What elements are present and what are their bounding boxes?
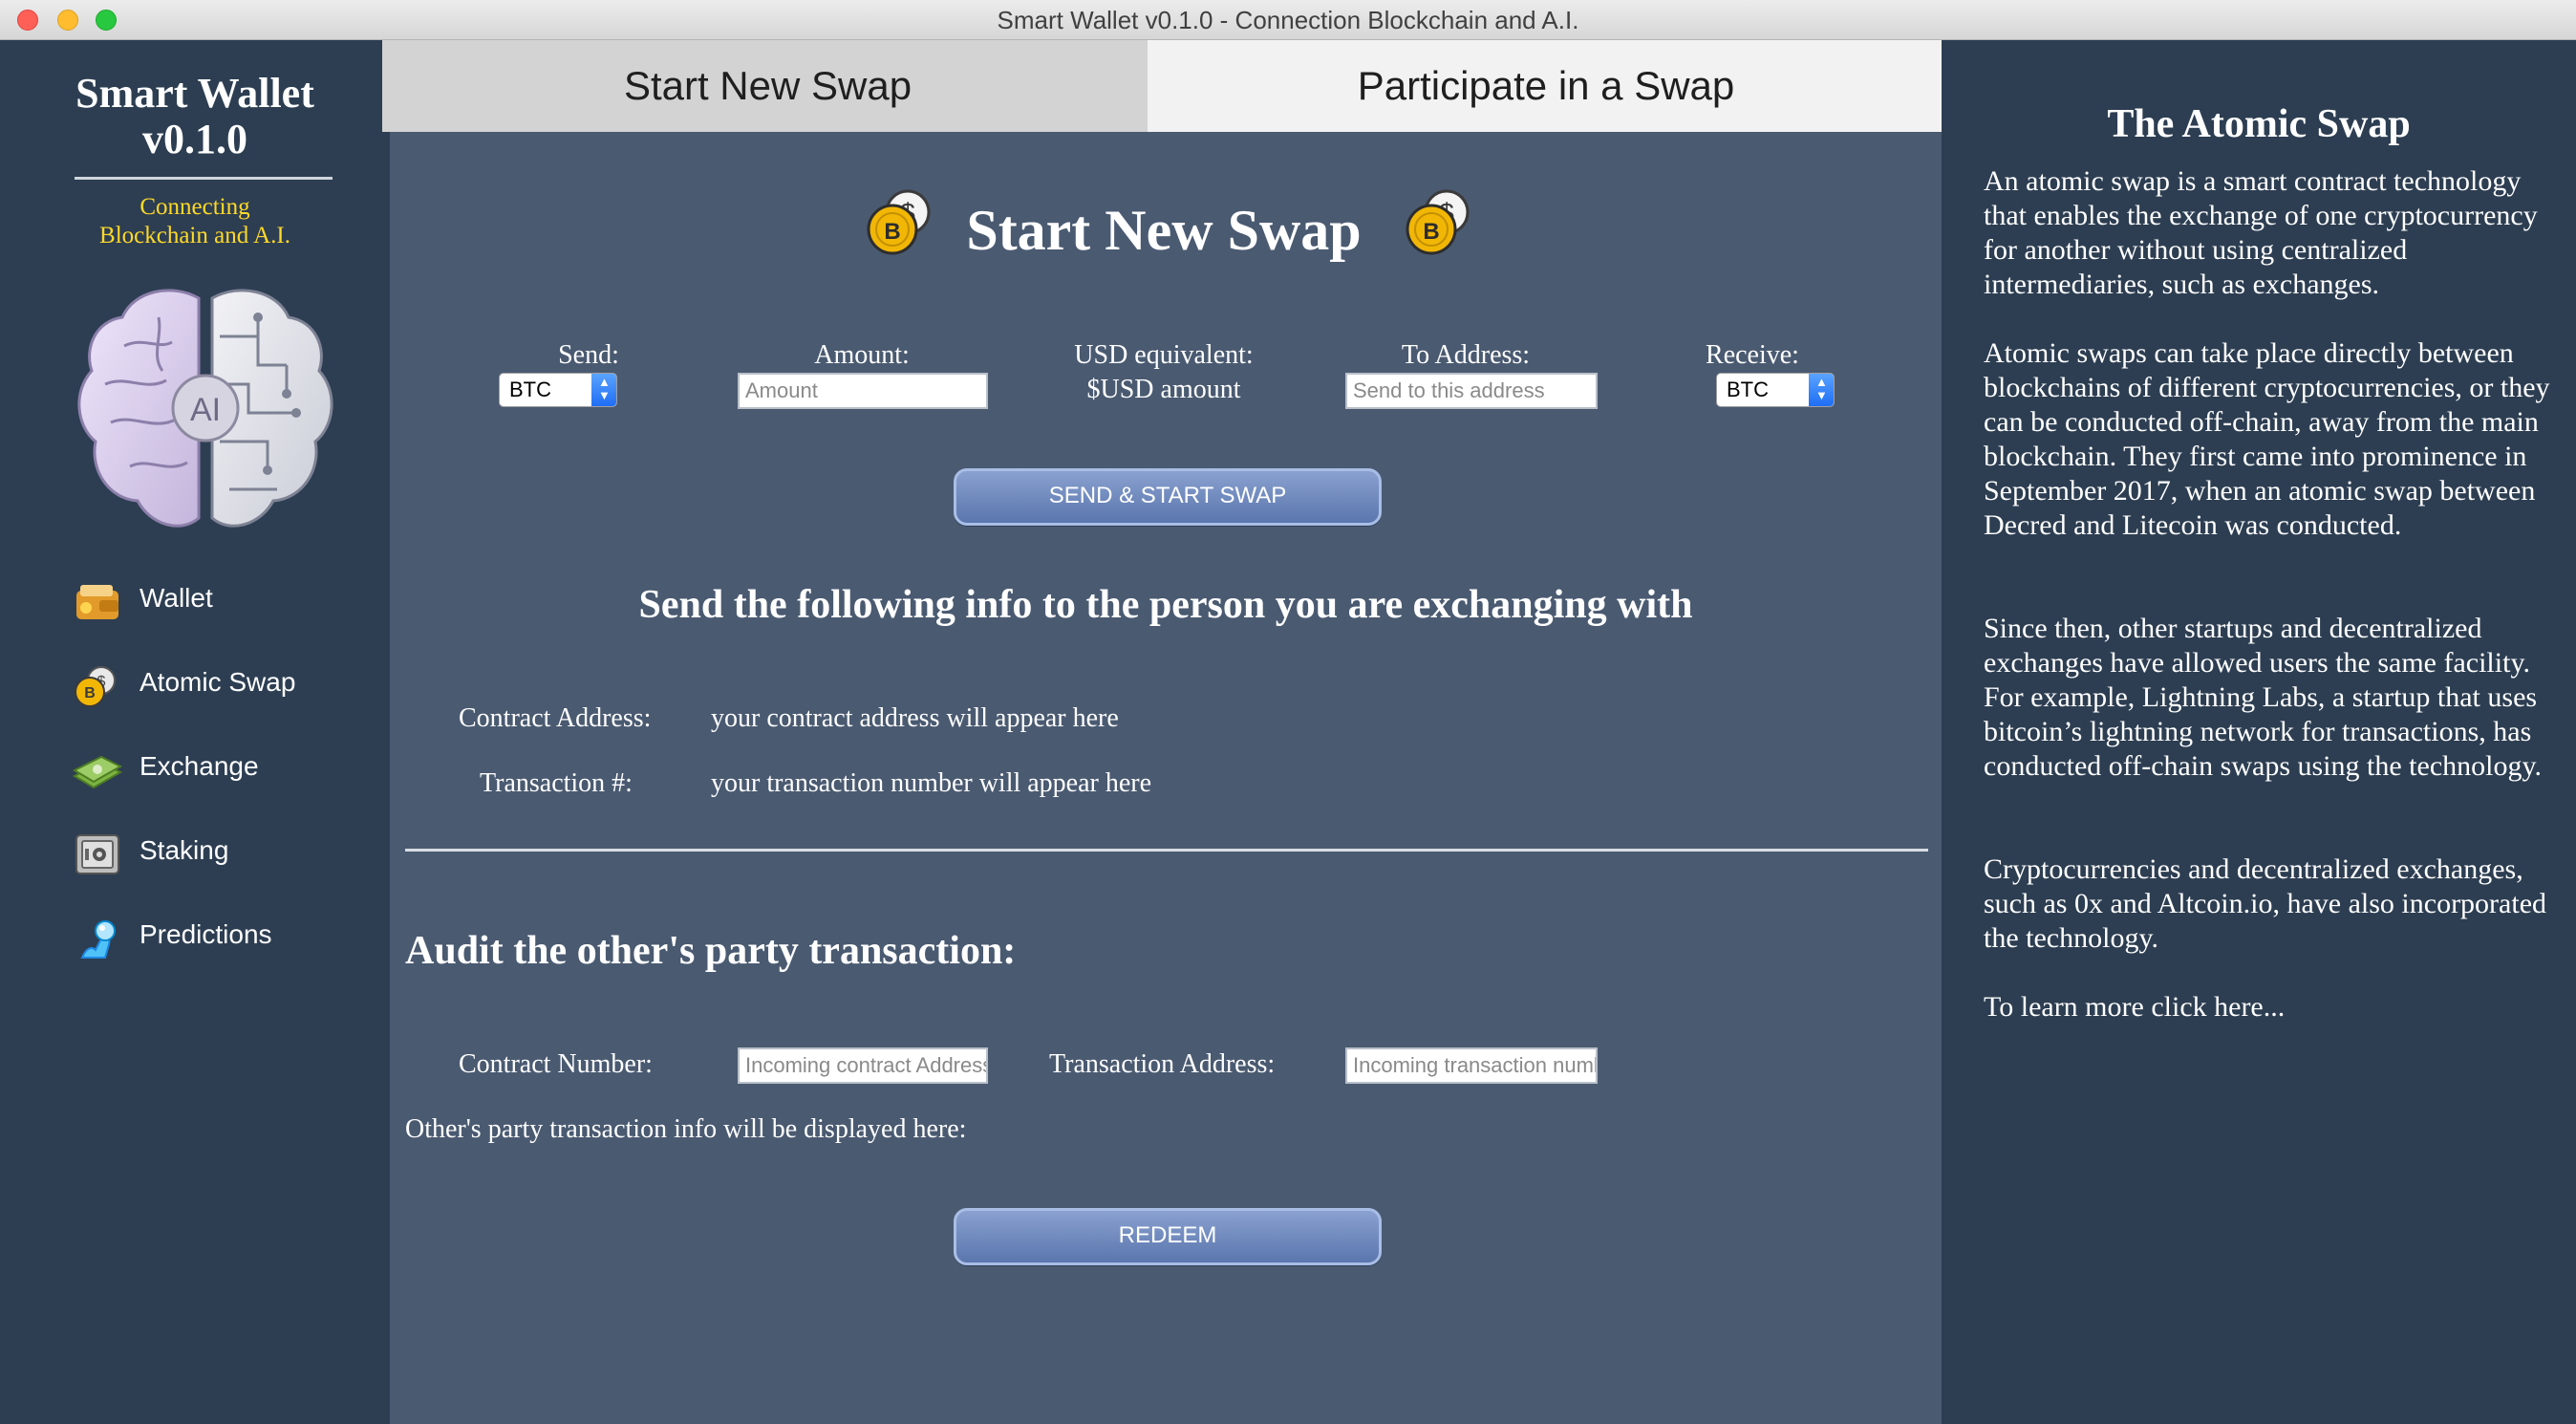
brand-tagline: Connecting Blockchain and A.I. [0, 193, 390, 250]
window-titlebar: Smart Wallet v0.1.0 - Connection Blockch… [0, 0, 2576, 40]
to-address-label: To Address: [1401, 340, 1531, 370]
brand-name: Smart Wallet [75, 70, 314, 117]
send-and-start-swap-button[interactable]: SEND & START SWAP [954, 468, 1382, 526]
tab-participate-in-a-swap[interactable]: Participate in a Swap [1148, 40, 1944, 132]
transaction-number-label: Transaction #: [480, 768, 633, 798]
safe-icon [75, 834, 119, 874]
receive-currency-value: BTC [1727, 378, 1769, 401]
learn-more-link[interactable]: To learn more click here... [1984, 990, 2568, 1025]
sidebar-item-label: Wallet [140, 583, 213, 613]
contract-number-input[interactable]: Incoming contract Address [738, 1047, 988, 1084]
select-stepper-icon: ▲ ▼ [591, 374, 616, 406]
info-paragraph: An atomic swap is a smart contract techn… [1984, 165, 2538, 300]
bitcoin-coins-icon: $ B [1406, 189, 1470, 255]
to-address-input[interactable]: Send to this address [1345, 373, 1598, 409]
wallet-icon [76, 585, 118, 619]
send-currency-value: BTC [509, 378, 551, 401]
sidebar-item-label: Predictions [140, 919, 272, 949]
sidebar-item-staking[interactable]: Staking [73, 824, 378, 885]
contract-address-label: Contract Address: [459, 703, 652, 733]
amount-label: Amount: [814, 340, 910, 370]
sidebar-item-atomic-swap[interactable]: $ B Atomic Swap [73, 656, 378, 717]
window-title: Smart Wallet v0.1.0 - Connection Blockch… [997, 6, 1579, 34]
select-stepper-icon: ▲ ▼ [1809, 374, 1834, 406]
tab-start-new-swap[interactable]: Start New Swap [382, 40, 1154, 132]
tagline-line-1: Connecting [140, 194, 250, 220]
svg-text:B: B [84, 685, 96, 701]
info-heading: Send the following info to the person yo… [638, 583, 1693, 627]
amount-input[interactable]: Amount [738, 373, 988, 409]
page-title: Start New Swap [966, 199, 1362, 262]
redeem-button[interactable]: REDEEM [954, 1208, 1382, 1265]
section-divider [405, 849, 1928, 852]
sidebar-item-exchange[interactable]: Exchange [73, 740, 378, 801]
transaction-address-label: Transaction Address: [1049, 1049, 1276, 1079]
transaction-number-value: your transaction number will appear here [711, 768, 1152, 798]
bitcoin-coins-icon: $ B [867, 189, 931, 255]
svg-text:AI: AI [190, 392, 221, 428]
receive-label: Receive: [1706, 340, 1799, 370]
info-paragraph: Cryptocurrencies and decentralized excha… [1984, 853, 2547, 954]
sidebar: Smart Wallet v0.1.0 Connecting Blockchai… [0, 40, 390, 1424]
money-stack-icon [73, 755, 122, 789]
sidebar-item-label: Atomic Swap [140, 667, 296, 697]
receive-currency-select[interactable]: BTC ▲ ▼ [1716, 373, 1835, 407]
contract-address-value: your contract address will appear here [711, 703, 1119, 733]
info-panel: The Atomic Swap An atomic swap is a smar… [1942, 40, 2576, 1424]
tagline-line-2: Blockchain and A.I. [99, 223, 290, 248]
tab-bar: Start New Swap Participate in a Swap [382, 40, 1953, 132]
svg-text:B: B [884, 219, 900, 245]
bitcoin-coins-icon: $ B [75, 666, 116, 707]
info-paragraph: Atomic swaps can take place directly bet… [1984, 337, 2550, 541]
audit-info-text: Other's party transaction info will be d… [405, 1114, 967, 1144]
usd-equivalent-value: $USD amount [1086, 375, 1241, 404]
sidebar-item-wallet[interactable]: Wallet [73, 572, 378, 633]
brand-title: Smart Wallet v0.1.0 [0, 71, 390, 162]
usd-equivalent-label: USD equivalent: [1074, 340, 1254, 370]
brand-version: v0.1.0 [142, 116, 247, 162]
ai-brain-logo: AI [77, 289, 333, 528]
swap-panel: Start New Swap Participate in a Swap $ B… [382, 40, 1944, 1424]
send-currency-select[interactable]: BTC ▲ ▼ [499, 373, 617, 407]
send-label: Send: [558, 340, 619, 370]
transaction-address-input[interactable]: Incoming transaction number [1345, 1047, 1598, 1084]
svg-text:B: B [1423, 219, 1439, 245]
info-paragraph: Since then, other startups and decentral… [1984, 613, 2543, 782]
contract-number-label: Contract Number: [459, 1049, 653, 1079]
crystal-ball-icon [80, 920, 116, 959]
brand-divider [75, 177, 333, 180]
audit-heading: Audit the other's party transaction: [405, 929, 1017, 973]
info-panel-title: The Atomic Swap [2107, 102, 2411, 146]
sidebar-item-predictions[interactable]: Predictions [73, 908, 378, 969]
sidebar-item-label: Exchange [140, 751, 259, 781]
sidebar-item-label: Staking [140, 835, 229, 865]
